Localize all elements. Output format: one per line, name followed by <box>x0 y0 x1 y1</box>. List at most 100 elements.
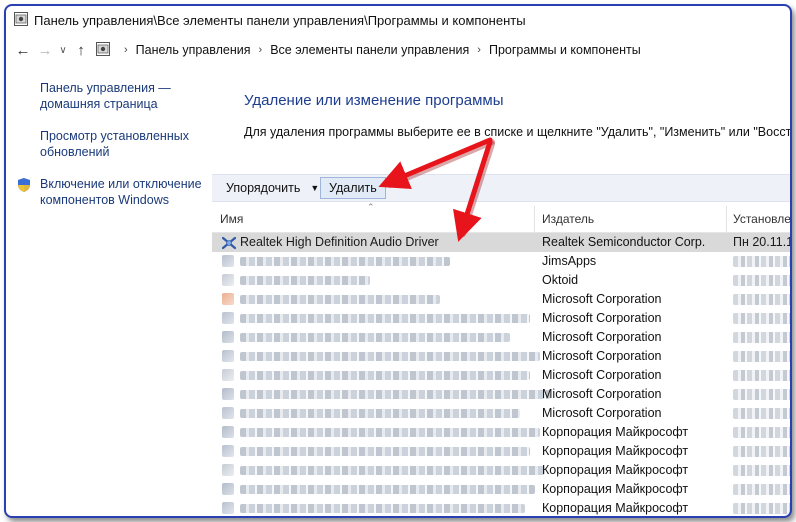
redacted-install-date <box>733 370 790 381</box>
window-title: Панель управления\Все элементы панели уп… <box>34 12 526 28</box>
program-name: Realtek High Definition Audio Driver <box>240 235 439 249</box>
redacted-install-date <box>733 351 790 362</box>
uninstall-label: Удалить <box>329 181 377 195</box>
title-bar: Панель управления\Все элементы панели уп… <box>6 6 790 34</box>
breadcrumb-all-items[interactable]: Все элементы панели управления <box>270 43 469 57</box>
redacted-install-date <box>733 465 790 476</box>
redacted-program-name <box>240 276 370 285</box>
table-row[interactable]: Корпорация Майкрософт <box>212 423 790 442</box>
program-publisher: Microsoft Corporation <box>542 311 662 325</box>
organize-button[interactable]: Упорядочить ▼ <box>226 178 319 198</box>
redacted-install-date <box>733 503 790 514</box>
program-publisher: Microsoft Corporation <box>542 292 662 306</box>
address-bar[interactable]: › Панель управления › Все элементы панел… <box>96 39 641 61</box>
program-publisher: Корпорация Майкрософт <box>542 482 689 496</box>
redacted-program-name <box>240 333 510 342</box>
redacted-program-name <box>240 428 540 437</box>
chevron-right-icon: › <box>124 44 128 56</box>
redacted-program-name <box>240 371 530 380</box>
chevron-right-icon: › <box>258 44 263 56</box>
list-rows: Realtek High Definition Audio Driver Real… <box>212 233 790 516</box>
redacted-install-date <box>733 275 790 286</box>
breadcrumb-control-panel[interactable]: Панель управления <box>136 43 251 57</box>
page-description: Для удаления программы выберите ее в спи… <box>244 125 792 139</box>
redacted-install-date <box>733 332 790 343</box>
table-row[interactable]: Realtek High Definition Audio Driver Real… <box>212 233 790 252</box>
program-publisher: Microsoft Corporation <box>542 368 662 382</box>
redacted-install-date <box>733 313 790 324</box>
redacted-program-name <box>240 314 530 323</box>
redacted-install-date <box>733 389 790 400</box>
table-row[interactable]: Microsoft Corporation <box>212 328 790 347</box>
redacted-program-name <box>240 390 550 399</box>
program-icon <box>222 483 234 495</box>
sidebar-link-windows-features[interactable]: Включение или отключение компонентов Win… <box>40 176 206 208</box>
program-icon <box>222 369 234 381</box>
sidebar: Панель управления — домашняя страница Пр… <box>6 80 206 224</box>
window-frame: Панель управления\Все элементы панели уп… <box>4 4 792 518</box>
chevron-right-icon: › <box>477 44 481 56</box>
page-title: Удаление или изменение программы <box>244 92 504 109</box>
program-publisher: Корпорация Майкрософт <box>542 463 689 477</box>
redacted-program-name <box>240 447 530 456</box>
program-publisher: Microsoft Corporation <box>542 330 662 344</box>
table-row[interactable]: Microsoft Corporation <box>212 404 790 423</box>
redacted-install-date <box>733 294 790 305</box>
chevron-down-icon[interactable]: ∨ <box>56 39 70 61</box>
table-row[interactable]: Microsoft Corporation <box>212 385 790 404</box>
program-icon <box>222 502 234 514</box>
redacted-install-date <box>733 484 790 495</box>
redacted-program-name <box>240 485 535 494</box>
column-header-name[interactable]: Имя <box>220 212 243 226</box>
toolbar: Упорядочить ▼ Удалить <box>212 174 790 202</box>
redacted-install-date <box>733 408 790 419</box>
table-row[interactable]: Microsoft Corporation <box>212 347 790 366</box>
arrow-left-icon[interactable]: ← <box>12 39 34 61</box>
table-row[interactable]: Oktoid <box>212 271 790 290</box>
program-icon <box>222 331 234 343</box>
breadcrumb-programs[interactable]: Программы и компоненты <box>489 43 641 57</box>
program-publisher: Microsoft Corporation <box>542 387 662 401</box>
column-divider[interactable] <box>534 206 535 232</box>
redacted-program-name <box>240 295 440 304</box>
shield-icon <box>16 177 32 196</box>
navigation-bar: ← → ∨ ↑ › Панель управления › Все элемен… <box>6 38 790 62</box>
program-publisher: Oktoid <box>542 273 579 287</box>
redacted-install-date <box>733 427 790 438</box>
program-publisher: JimsApps <box>542 254 597 268</box>
programs-list: ⌃ Имя Издатель Установле Realtek High De… <box>212 202 790 516</box>
redacted-program-name <box>240 352 540 361</box>
column-header-installed[interactable]: Установле <box>733 212 790 226</box>
program-icon <box>222 445 234 457</box>
sidebar-link-home[interactable]: Панель управления — домашняя страница <box>40 80 206 112</box>
program-publisher: Microsoft Corporation <box>542 349 662 363</box>
sidebar-link-view-updates[interactable]: Просмотр установленных обновлений <box>40 128 206 160</box>
column-divider[interactable] <box>726 206 727 232</box>
program-icon <box>222 274 234 286</box>
table-row[interactable]: Корпорация Майкрософт <box>212 499 790 516</box>
redacted-program-name <box>240 257 450 266</box>
program-icon <box>222 293 234 305</box>
table-row[interactable]: Microsoft Corporation <box>212 366 790 385</box>
program-icon <box>222 426 234 438</box>
control-panel-icon <box>96 41 110 59</box>
sort-ascending-icon: ⌃ <box>367 202 375 212</box>
program-install-date: Пн 20.11.17 <box>733 235 790 249</box>
table-row[interactable]: Microsoft Corporation <box>212 290 790 309</box>
column-header-publisher[interactable]: Издатель <box>542 212 594 226</box>
control-panel-icon <box>14 11 28 29</box>
redacted-program-name <box>240 466 545 475</box>
uninstall-button[interactable]: Удалить <box>320 177 386 199</box>
organize-label: Упорядочить <box>226 181 301 195</box>
sidebar-row-windows-features: Включение или отключение компонентов Win… <box>6 176 206 208</box>
table-row[interactable]: Корпорация Майкрософт <box>212 461 790 480</box>
program-publisher: Корпорация Майкрософт <box>542 444 689 458</box>
redacted-program-name <box>240 409 520 418</box>
program-icon <box>222 464 234 476</box>
table-row[interactable]: Корпорация Майкрософт <box>212 442 790 461</box>
table-row[interactable]: Microsoft Corporation <box>212 309 790 328</box>
table-row[interactable]: JimsApps <box>212 252 790 271</box>
table-row[interactable]: Корпорация Майкрософт <box>212 480 790 499</box>
arrow-right-icon[interactable]: → <box>34 39 56 61</box>
arrow-up-icon[interactable]: ↑ <box>70 39 92 61</box>
